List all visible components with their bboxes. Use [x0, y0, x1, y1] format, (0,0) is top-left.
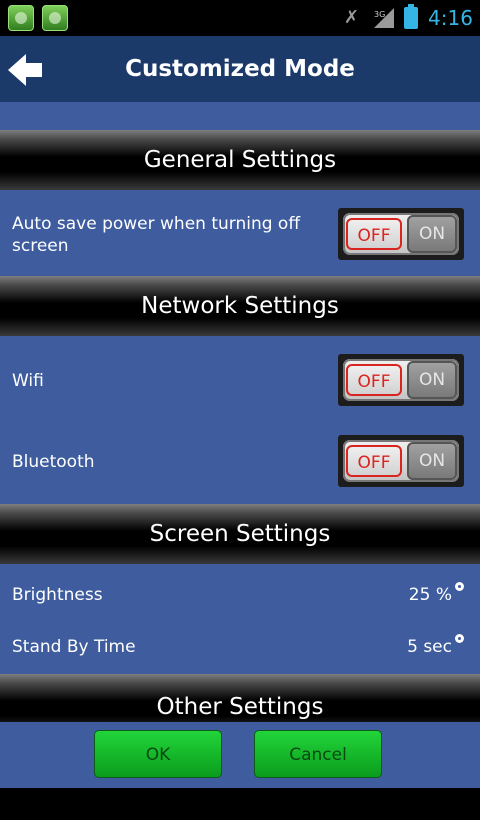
battery-icon	[404, 4, 418, 29]
page-title: Customized Mode	[125, 56, 355, 82]
signal-icon: 3G	[374, 8, 394, 28]
section-header-network: Network Settings	[0, 276, 480, 336]
cancel-button[interactable]: Cancel	[254, 730, 382, 778]
app-notification-icon-2	[42, 5, 68, 31]
footer-bar: OK Cancel	[0, 722, 480, 788]
auto-save-toggle[interactable]: OFF ON	[338, 208, 464, 260]
section-header-screen: Screen Settings	[0, 504, 480, 564]
toggle-on-label: ON	[407, 361, 457, 399]
app-notification-icon	[8, 5, 34, 31]
status-time: 4:16	[428, 6, 473, 30]
settings-list[interactable]: General Settings Auto save power when tu…	[0, 102, 480, 722]
section-header-general: General Settings	[0, 130, 480, 190]
bluetooth-label: Bluetooth	[12, 452, 95, 472]
network-type-label: 3G	[374, 10, 385, 19]
toggle-on-label: ON	[407, 215, 457, 253]
toggle-on-label: ON	[407, 442, 457, 480]
brightness-label: Brightness	[12, 585, 103, 605]
chevron-indicator-icon	[455, 634, 464, 643]
standby-label: Stand By Time	[12, 637, 136, 657]
wifi-toggle[interactable]: OFF ON	[338, 354, 464, 406]
section-header-other: Other Settings	[0, 674, 480, 722]
section-title-general: General Settings	[143, 147, 337, 173]
mute-icon: ✗	[344, 7, 360, 28]
toggle-off-label: OFF	[346, 218, 402, 250]
auto-save-label: Auto save power when turning off screen	[12, 214, 301, 256]
status-bar: ✗ 3G 4:16	[0, 0, 480, 36]
section-title-other: Other Settings	[156, 694, 324, 720]
chevron-indicator-icon	[455, 582, 464, 591]
brightness-value: 25 %	[408, 585, 452, 605]
title-bar: Customized Mode	[0, 36, 480, 102]
bluetooth-toggle[interactable]: OFF ON	[338, 435, 464, 487]
section-title-network: Network Settings	[141, 293, 339, 319]
toggle-off-label: OFF	[346, 445, 402, 477]
section-title-screen: Screen Settings	[149, 521, 331, 547]
toggle-off-label: OFF	[346, 364, 402, 396]
wifi-label: Wifi	[12, 371, 44, 391]
ok-button[interactable]: OK	[94, 730, 222, 778]
standby-value: 5 sec	[407, 637, 452, 657]
bottom-bar	[0, 788, 480, 820]
